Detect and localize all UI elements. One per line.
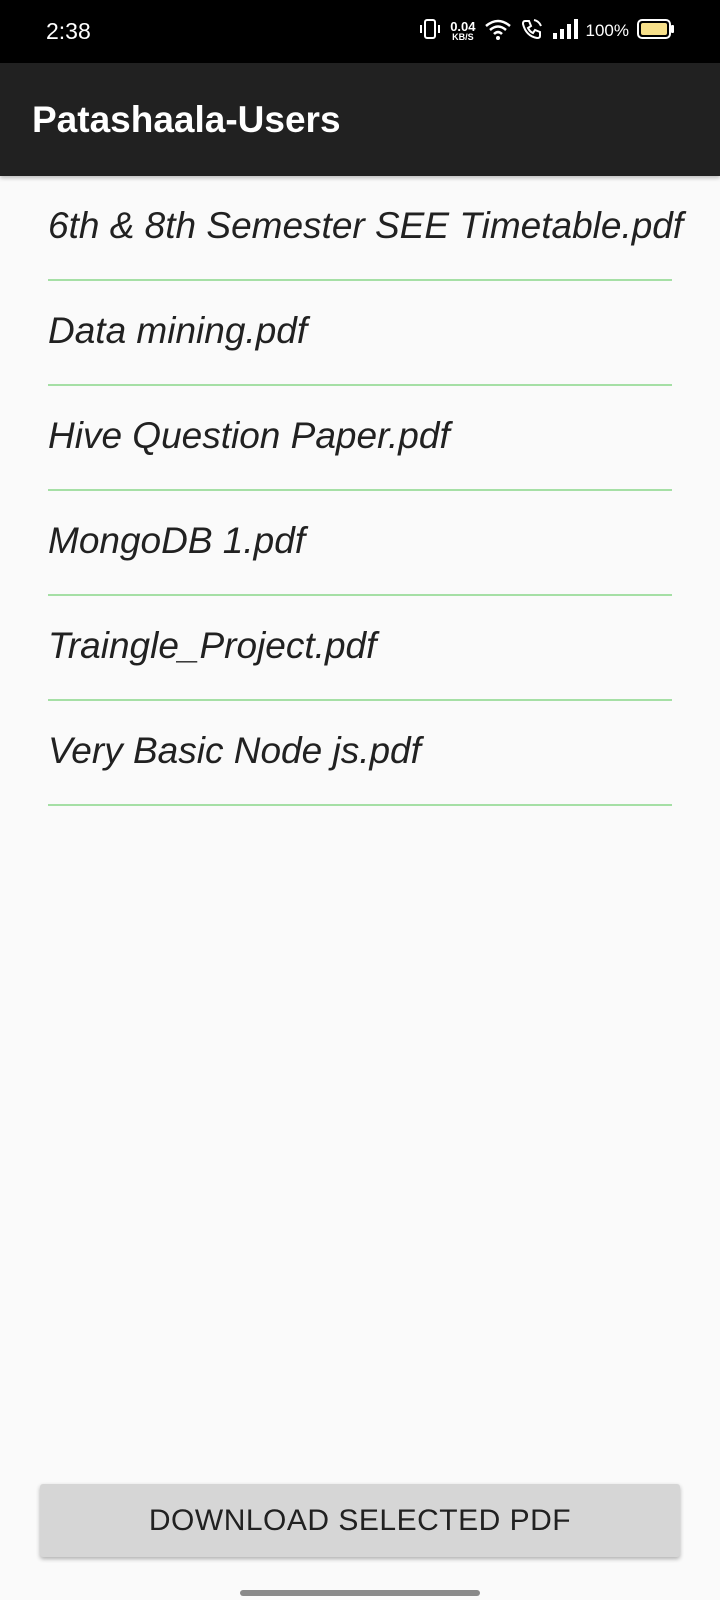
app-title: Patashaala-Users [32,99,341,140]
status-bar: 2:38 0.04 KB/S 100% [0,0,720,63]
signal-icon [552,18,578,45]
battery-icon [637,18,675,45]
file-name: 6th & 8th Semester SEE Timetable.pdf [48,205,684,246]
pdf-file-list: 6th & 8th Semester SEE Timetable.pdf Dat… [48,176,683,806]
app-bar: Patashaala-Users [0,63,720,176]
file-list-item[interactable]: Hive Question Paper.pdf [48,386,672,491]
vibrate-icon [418,17,442,46]
battery-percent: 100% [585,21,629,40]
wifi-calling-icon [520,17,544,46]
wifi-icon [484,17,512,46]
file-list-item[interactable]: Traingle_Project.pdf [48,596,672,701]
file-name: Traingle_Project.pdf [48,625,377,666]
home-indicator[interactable] [240,1590,480,1596]
network-speed-unit: KB/S [452,32,474,42]
file-name: Data mining.pdf [48,310,308,351]
network-speed: 0.04 KB/S [450,20,475,42]
file-list-item[interactable]: 6th & 8th Semester SEE Timetable.pdf [48,176,683,281]
file-name: Hive Question Paper.pdf [48,415,450,456]
status-time: 2:38 [46,18,91,44]
status-icons: 0.04 KB/S 100% [418,16,675,46]
file-name: Very Basic Node js.pdf [48,730,421,771]
file-list-item[interactable]: Data mining.pdf [48,281,672,386]
file-list-item[interactable]: MongoDB 1.pdf [48,491,672,596]
file-name: MongoDB 1.pdf [48,520,306,561]
file-list-item[interactable]: Very Basic Node js.pdf [48,701,672,806]
download-selected-pdf-button[interactable]: DOWNLOAD SELECTED PDF [40,1484,680,1557]
